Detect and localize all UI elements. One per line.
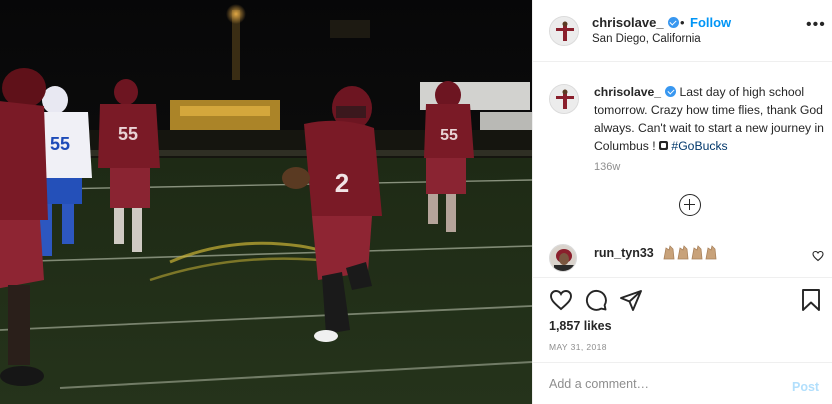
verified-badge-icon <box>667 17 679 28</box>
profile-picture <box>550 17 578 45</box>
add-comment-bar: Post <box>533 362 832 404</box>
comment-row: run_tyn33 <box>533 240 832 276</box>
more-options-icon[interactable]: ••• <box>806 17 826 33</box>
heart-icon[interactable] <box>549 288 573 312</box>
avatar[interactable] <box>549 16 579 46</box>
caption-username[interactable]: chrisolave_ <box>594 85 661 99</box>
load-more-comments-icon[interactable] <box>679 194 701 216</box>
profile-picture <box>550 245 576 271</box>
share-icon[interactable] <box>619 288 643 312</box>
verified-badge-icon <box>665 86 677 97</box>
jersey-number: 55 <box>440 127 458 144</box>
avatar[interactable] <box>549 84 579 114</box>
clapping-hands-emoji-icon <box>663 245 717 260</box>
post-date[interactable]: MAY 31, 2018 <box>549 342 607 352</box>
profile-picture <box>550 85 578 113</box>
post-comment-button[interactable]: Post <box>792 380 819 394</box>
jersey-number: 55 <box>118 124 138 144</box>
action-bar: 1,857 likes MAY 31, 2018 <box>533 277 832 361</box>
header-username[interactable]: chrisolave_ <box>592 15 679 30</box>
post-sidebar: chrisolave_ • Follow San Diego, Californ… <box>532 0 832 404</box>
avatar[interactable] <box>549 244 577 272</box>
comment-username[interactable]: run_tyn33 <box>594 246 654 260</box>
separator-dot: • <box>680 15 685 30</box>
comment-icon[interactable] <box>584 288 608 312</box>
jersey-number: 55 <box>50 134 70 154</box>
caption-block: chrisolave_ Last day of high school tomo… <box>533 63 832 239</box>
comment-like-heart-icon[interactable] <box>812 250 824 262</box>
follow-button[interactable]: Follow <box>690 15 731 30</box>
caption-timestamp[interactable]: 136w <box>594 161 620 173</box>
emoji-icon <box>659 141 669 150</box>
caption-text: chrisolave_ Last day of high school tomo… <box>594 83 824 155</box>
jersey-number: 2 <box>335 168 349 198</box>
bookmark-icon[interactable] <box>799 288 823 312</box>
post-header: chrisolave_ • Follow San Diego, Californ… <box>533 0 832 62</box>
post-photo[interactable]: 55 55 55 2 <box>0 0 532 404</box>
likes-count[interactable]: 1,857 likes <box>549 319 612 333</box>
location-link[interactable]: San Diego, California <box>592 33 701 45</box>
add-comment-input[interactable] <box>549 374 769 394</box>
hashtag-link[interactable]: #GoBucks <box>671 139 727 153</box>
football-scene: 55 55 55 2 <box>0 0 532 404</box>
